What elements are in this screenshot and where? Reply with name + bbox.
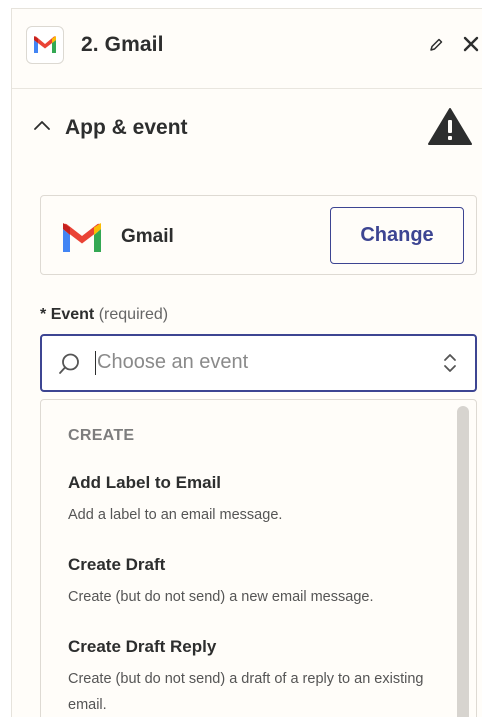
- search-icon: [59, 353, 79, 374]
- chevron-up-icon[interactable]: [32, 118, 52, 132]
- warning-icon: [428, 108, 472, 145]
- event-option-description: Create (but do not send) a draft of a re…: [68, 671, 424, 713]
- app-name: Gmail: [121, 226, 174, 247]
- event-option-description: Create (but do not send) a new email mes…: [68, 589, 374, 605]
- gmail-logo-icon: [63, 223, 101, 252]
- event-select-placeholder[interactable]: Choose an event: [97, 351, 248, 374]
- selected-app-card: Gmail Change: [40, 195, 477, 275]
- close-icon[interactable]: [462, 35, 480, 53]
- event-label-text: Event: [50, 306, 95, 323]
- change-app-button[interactable]: Change: [330, 207, 464, 264]
- event-option-title[interactable]: Create Draft: [68, 555, 448, 575]
- event-option-title[interactable]: Create Draft Reply: [68, 637, 448, 657]
- dropdown-scrollbar[interactable]: [457, 406, 469, 717]
- step-editor-panel: 2. Gmail App & event Gmail Change * Even…: [11, 8, 482, 717]
- event-field-label: * Event (required): [40, 306, 168, 324]
- group-label-create: CREATE: [68, 427, 135, 444]
- event-option[interactable]: Add Label to Email Add a label to an ema…: [68, 473, 448, 528]
- required-note: (required): [98, 306, 169, 323]
- step-title: 2. Gmail: [81, 33, 164, 56]
- event-option[interactable]: Create Draft Create (but do not send) a …: [68, 555, 448, 610]
- pencil-icon[interactable]: [428, 37, 444, 53]
- event-select[interactable]: Choose an event: [40, 334, 477, 392]
- section-title: App & event: [65, 116, 188, 139]
- event-option[interactable]: Create Draft Reply Create (but do not se…: [68, 637, 448, 717]
- gmail-logo-icon: [26, 26, 64, 64]
- event-option-title[interactable]: Add Label to Email: [68, 473, 448, 493]
- event-dropdown-list: CREATE Add Label to Email Add a label to…: [40, 399, 477, 717]
- app-event-section-header[interactable]: App & event: [12, 105, 482, 155]
- event-option-description: Add a label to an email message.: [68, 507, 283, 523]
- required-marker: *: [40, 306, 47, 323]
- text-cursor: [95, 351, 96, 375]
- chevron-up-down-icon[interactable]: [442, 351, 458, 375]
- step-header: 2. Gmail: [12, 9, 482, 89]
